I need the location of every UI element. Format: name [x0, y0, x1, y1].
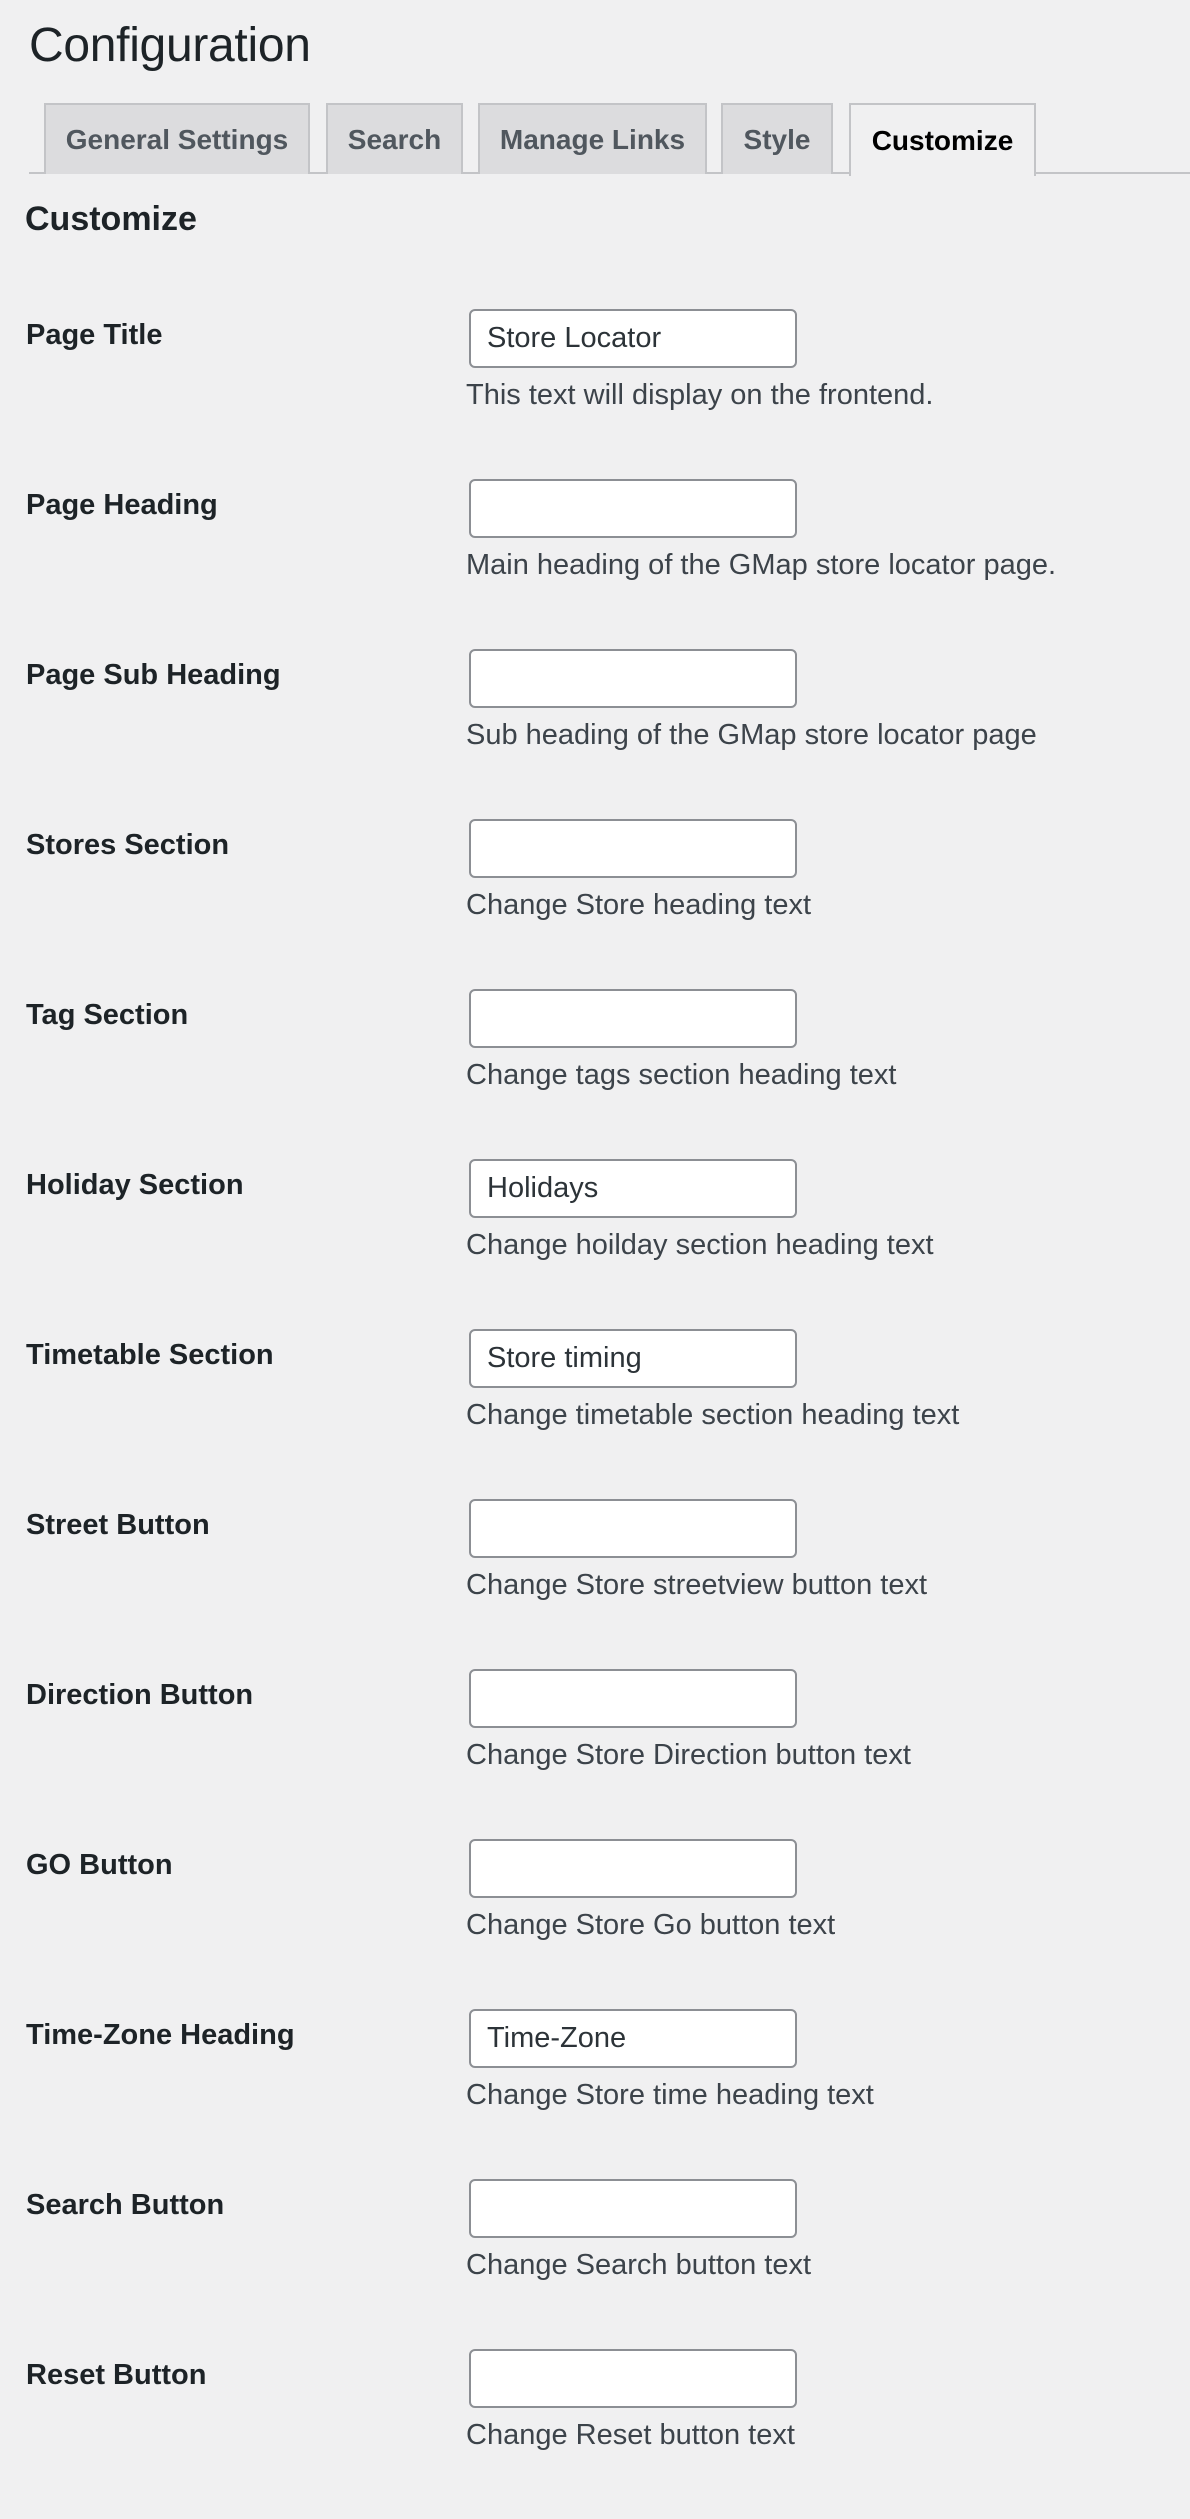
- field-row-timetable-section: Timetable Section Change timetable sectio…: [0, 1329, 1190, 1499]
- field-description: Sub heading of the GMap store locator pa…: [466, 719, 1037, 751]
- field-label: Page Title: [26, 319, 163, 351]
- go-button-input[interactable]: [469, 1839, 797, 1898]
- field-description: Change hoilday section heading text: [466, 1229, 934, 1261]
- tab-style[interactable]: Style: [721, 103, 833, 174]
- field-description: Change Reset button text: [466, 2419, 795, 2451]
- field-description: Change Store streetview button text: [466, 1569, 928, 1601]
- search-button-input[interactable]: [469, 2179, 797, 2238]
- field-label: Time-Zone Heading: [26, 2019, 295, 2051]
- field-row-page-title: Page Title This text will display on the …: [0, 309, 1190, 479]
- field-description: Change Store time heading text: [466, 2079, 874, 2111]
- tab-search[interactable]: Search: [326, 103, 463, 174]
- section-heading: Customize: [25, 200, 197, 238]
- field-row-search-button: Search Button Change Search button text: [0, 2179, 1190, 2349]
- page-heading-input[interactable]: [469, 479, 797, 538]
- field-description: Change timetable section heading text: [466, 1399, 960, 1431]
- field-description: Change Search button text: [466, 2249, 812, 2281]
- field-description: Change Store heading text: [466, 889, 812, 921]
- tab-general-settings[interactable]: General Settings: [44, 103, 310, 174]
- field-row-direction-button: Direction Button Change Store Direction b…: [0, 1669, 1190, 1839]
- timetable-section-input[interactable]: [469, 1329, 797, 1388]
- field-description: Main heading of the GMap store locator p…: [466, 549, 1057, 581]
- field-description: Change Store Direction button text: [466, 1739, 911, 1771]
- reset-button-input[interactable]: [469, 2349, 797, 2408]
- field-row-stores-section: Stores Section Change Store heading text: [0, 819, 1190, 989]
- tab-manage-links[interactable]: Manage Links: [478, 103, 707, 174]
- field-row-page-sub-heading: Page Sub Heading Sub heading of the GMap …: [0, 649, 1190, 819]
- field-row-reset-button: Reset Button Change Reset button text: [0, 2349, 1190, 2519]
- field-row-street-button: Street Button Change Store streetview but…: [0, 1499, 1190, 1669]
- page-title-input[interactable]: [469, 309, 797, 368]
- field-label: Direction Button: [26, 1679, 254, 1711]
- field-label: Search Button: [26, 2189, 225, 2221]
- field-label: Page Heading: [26, 489, 218, 521]
- time-zone-heading-input[interactable]: [469, 2009, 797, 2068]
- field-label: Tag Section: [26, 999, 189, 1031]
- page-sub-heading-input[interactable]: [469, 649, 797, 708]
- field-label: Page Sub Heading: [26, 659, 281, 691]
- field-description: Change tags section heading text: [466, 1059, 897, 1091]
- direction-button-input[interactable]: [469, 1669, 797, 1728]
- field-row-time-zone-heading: Time-Zone Heading Change Store time headi…: [0, 2009, 1190, 2179]
- field-row-page-heading: Page Heading Main heading of the GMap sto…: [0, 479, 1190, 649]
- field-label: Reset Button: [26, 2359, 207, 2391]
- tab-customize[interactable]: Customize: [849, 103, 1036, 176]
- field-description: This text will display on the frontend.: [466, 379, 934, 411]
- field-row-holiday-section: Holiday Section Change hoilday section he…: [0, 1159, 1190, 1329]
- stores-section-input[interactable]: [469, 819, 797, 878]
- field-row-tag-section: Tag Section Change tags section heading t…: [0, 989, 1190, 1159]
- field-label: Holiday Section: [26, 1169, 244, 1201]
- field-label: Street Button: [26, 1509, 210, 1541]
- tag-section-input[interactable]: [469, 989, 797, 1048]
- field-description: Change Store Go button text: [466, 1909, 836, 1941]
- field-label: Stores Section: [26, 829, 230, 861]
- tab-bar: General Settings Search Manage Links Sty…: [29, 103, 1190, 176]
- field-label: Timetable Section: [26, 1339, 274, 1371]
- field-label: GO Button: [26, 1849, 173, 1881]
- street-button-input[interactable]: [469, 1499, 797, 1558]
- page-title: Configuration: [29, 19, 311, 72]
- field-row-go-button: GO Button Change Store Go button text: [0, 1839, 1190, 2009]
- holiday-section-input[interactable]: [469, 1159, 797, 1218]
